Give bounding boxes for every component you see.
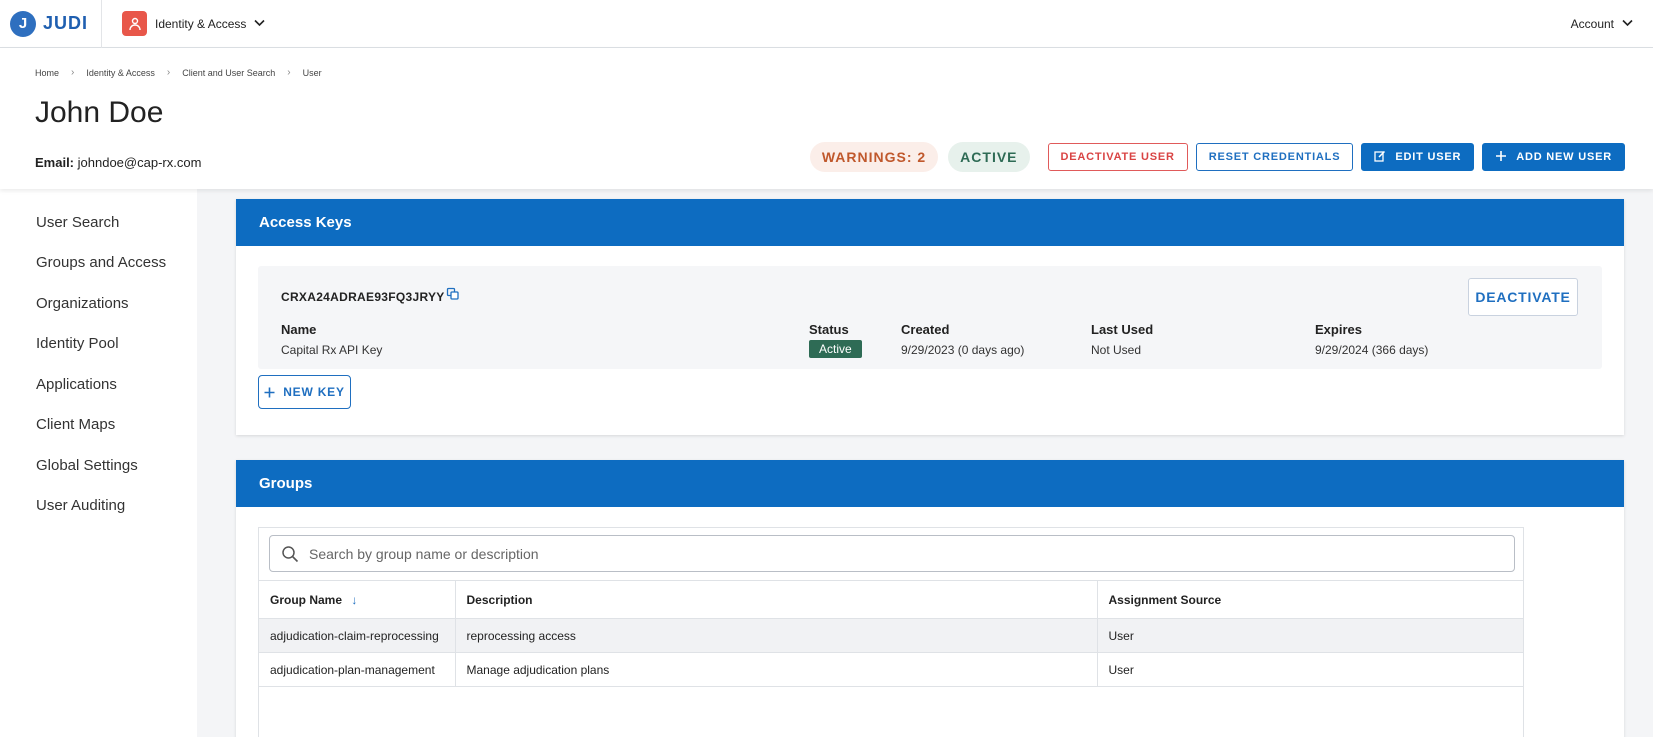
key-created-label: Created (901, 322, 950, 337)
app-switcher[interactable]: Identity & Access (122, 11, 265, 36)
cell-group-name: adjudication-claim-reprocessing (259, 618, 456, 653)
table-row[interactable]: adjudication-plan-management Manage adju… (259, 652, 1523, 687)
account-menu[interactable]: Account (1571, 0, 1633, 48)
chevron-right-icon: › (166, 67, 171, 78)
chevron-right-icon: › (287, 67, 291, 78)
sidebar-item-organizations[interactable]: Organizations (36, 295, 129, 312)
copy-icon[interactable] (446, 287, 460, 301)
cell-description: reprocessing access (455, 618, 1098, 653)
deactivate-key-button[interactable]: DEACTIVATE (1468, 278, 1578, 316)
key-name-column: Name Capital Rx API Key (281, 322, 382, 357)
cell-assignment-source: User (1097, 652, 1523, 687)
sidebar-item-groups-and-access[interactable]: Groups and Access (36, 254, 166, 271)
chevron-down-icon (1622, 18, 1633, 30)
key-name-label: Name (281, 322, 317, 337)
header-actions: WARNINGS: 2 ACTIVE DEACTIVATE USER RESET… (809, 142, 1625, 172)
new-key-button[interactable]: NEW KEY (258, 375, 351, 409)
key-created-value: 9/29/2023 (0 days ago) (901, 343, 1025, 357)
warnings-badge[interactable]: WARNINGS: 2 (809, 142, 939, 172)
edit-icon (1374, 150, 1386, 164)
brand[interactable]: J JUDI (0, 0, 102, 48)
deactivate-user-button[interactable]: DEACTIVATE USER (1047, 143, 1188, 171)
search-icon (281, 545, 299, 563)
judi-logo-icon: J (10, 10, 36, 37)
access-keys-title: Access Keys (236, 199, 1624, 246)
column-header-assignment-source[interactable]: Assignment Source (1097, 580, 1523, 619)
key-expires-column: Expires 9/29/2024 (366 days) (1315, 322, 1428, 357)
add-new-user-label: ADD NEW USER (1516, 151, 1612, 163)
access-key-item: CRXA24ADRAE93FQ3JRYY Name Capital Rx API… (258, 266, 1602, 369)
user-email: Email: johndoe@cap-rx.com (35, 155, 201, 170)
groups-title: Groups (236, 460, 1624, 507)
column-header-label: Group Name (270, 592, 343, 607)
breadcrumb-user: User (302, 67, 322, 78)
group-search-input[interactable] (309, 545, 1489, 562)
plus-icon (264, 387, 275, 398)
app-switcher-label: Identity & Access (155, 16, 247, 31)
brand-name: JUDI (43, 13, 89, 33)
sidebar-item-identity-pool[interactable]: Identity Pool (36, 335, 119, 352)
chevron-down-icon (254, 18, 265, 30)
breadcrumb-home[interactable]: Home (35, 68, 59, 78)
table-header-row: Group Name ↓ Description Assignment Sour… (259, 580, 1523, 619)
user-status-badge: ACTIVE (948, 142, 1030, 172)
groups-card: Groups Group Name ↓ Description Assign (236, 460, 1624, 737)
account-label: Account (1570, 17, 1614, 31)
reset-credentials-button[interactable]: RESET CREDENTIALS (1195, 143, 1354, 171)
sidebar-item-user-search[interactable]: User Search (36, 214, 119, 231)
top-nav: J JUDI Identity & Access Account (0, 0, 1653, 48)
key-last-used-label: Last Used (1091, 322, 1154, 337)
sidebar-item-user-auditing[interactable]: User Auditing (36, 497, 125, 514)
key-expires-value: 9/29/2024 (366 days) (1315, 343, 1429, 357)
key-last-used-value: Not Used (1091, 343, 1142, 357)
plus-icon (1495, 150, 1507, 164)
key-last-used-column: Last Used Not Used (1091, 322, 1153, 357)
groups-table: Group Name ↓ Description Assignment Sour… (259, 580, 1523, 687)
edit-user-button[interactable]: EDIT USER (1361, 143, 1475, 171)
groups-table-container: Group Name ↓ Description Assignment Sour… (258, 527, 1524, 737)
key-status-column: Status Active (809, 322, 862, 358)
page-title: John Doe (35, 96, 164, 129)
cell-assignment-source: User (1097, 618, 1523, 653)
cell-group-name: adjudication-plan-management (259, 652, 456, 687)
sidebar-item-applications[interactable]: Applications (36, 376, 117, 393)
key-status-label: Status (809, 322, 849, 337)
chevron-right-icon: › (71, 67, 75, 78)
breadcrumb-client-user-search[interactable]: Client and User Search (182, 68, 275, 78)
email-value: johndoe@cap-rx.com (77, 155, 202, 170)
add-new-user-button[interactable]: ADD NEW USER (1482, 143, 1625, 171)
cell-description: Manage adjudication plans (455, 652, 1098, 687)
email-label: Email: (35, 155, 75, 170)
key-name-value: Capital Rx API Key (281, 343, 383, 357)
sidebar-item-global-settings[interactable]: Global Settings (36, 457, 138, 474)
main-content: Access Keys CRXA24ADRAE93FQ3JRYY Name Ca… (197, 189, 1653, 737)
identity-icon (122, 11, 147, 36)
sidebar-item-client-maps[interactable]: Client Maps (36, 416, 115, 433)
access-key-id: CRXA24ADRAE93FQ3JRYY (281, 290, 445, 304)
breadcrumb-identity-access[interactable]: Identity & Access (86, 68, 155, 78)
key-created-column: Created 9/29/2023 (0 days ago) (901, 322, 1024, 357)
new-key-label: NEW KEY (283, 385, 345, 399)
access-keys-card: Access Keys CRXA24ADRAE93FQ3JRYY Name Ca… (236, 199, 1624, 435)
key-status-badge: Active (809, 340, 862, 358)
table-row[interactable]: adjudication-claim-reprocessing reproces… (259, 618, 1523, 653)
column-header-group-name[interactable]: Group Name ↓ (259, 580, 456, 619)
breadcrumb: Home › Identity & Access › Client and Us… (35, 67, 322, 78)
sidebar: User Search Groups and Access Organizati… (0, 189, 197, 737)
page-header: Home › Identity & Access › Client and Us… (0, 48, 1653, 189)
sort-down-arrow-icon: ↓ (351, 592, 358, 607)
column-header-description[interactable]: Description (455, 580, 1098, 619)
key-expires-label: Expires (1315, 322, 1362, 337)
edit-user-label: EDIT USER (1395, 151, 1462, 163)
group-search-box (269, 535, 1515, 572)
